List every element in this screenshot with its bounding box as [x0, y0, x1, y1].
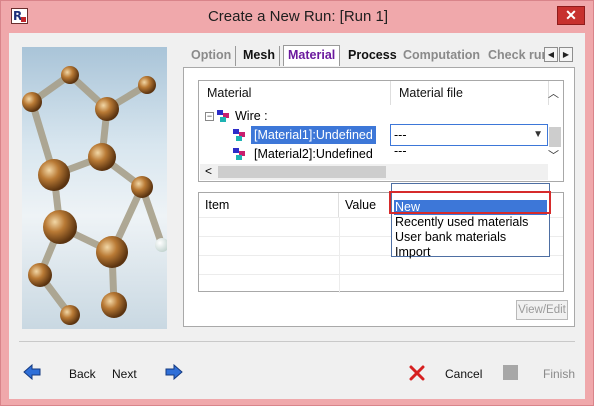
tree-node-icon [217, 110, 231, 122]
molecule-graphic [22, 66, 167, 325]
title-bar[interactable]: R Create a New Run: [Run 1] ✕ [1, 1, 593, 31]
grid-line [199, 274, 563, 275]
scroll-down-icon[interactable]: ﹀ [548, 147, 559, 163]
dropdown-option[interactable]: Import [395, 245, 430, 260]
tab-option[interactable]: Option [187, 46, 237, 66]
tab-process[interactable]: Process [344, 46, 402, 66]
window-title: Create a New Run: [Run 1] [207, 8, 389, 25]
close-button[interactable]: ✕ [557, 6, 585, 25]
tab-material[interactable]: Material [283, 45, 341, 66]
tree-node-icon [233, 129, 247, 141]
dropdown-option[interactable]: Recently used materials [395, 215, 528, 230]
tree-node-icon [233, 148, 247, 160]
footer-divider [19, 341, 575, 342]
combo-value: --- [394, 128, 407, 142]
tree-item-label[interactable]: [Material2]:Undefined [254, 145, 373, 163]
tab-strip: Option Mesh Material Process Computation… [187, 45, 577, 66]
back-arrow-icon[interactable] [23, 364, 41, 380]
collapse-icon[interactable]: − [205, 112, 214, 121]
material-file-combo[interactable]: --- ▼ [390, 124, 548, 146]
column-header-item[interactable]: Item [199, 193, 339, 217]
material-grid: Material Material file ︿ ﹀ − Wire : [Mat… [198, 80, 564, 182]
back-button[interactable]: Back [69, 367, 96, 381]
tree-root-label: Wire : [235, 109, 268, 123]
tree-row-wire[interactable]: − Wire : [199, 107, 391, 125]
horizontal-scroll-thumb[interactable] [218, 166, 386, 178]
tree-row-material1[interactable]: [Material1]:Undefined [199, 126, 391, 144]
material-file-cell[interactable]: --- [394, 144, 407, 158]
wizard-body: Option Mesh Material Process Computation… [9, 33, 585, 399]
scroll-left-icon[interactable]: < [205, 164, 212, 178]
column-header-material[interactable]: Material [199, 81, 391, 105]
finish-icon [503, 365, 518, 380]
close-icon: ✕ [565, 7, 577, 23]
vertical-scroll-thumb[interactable] [549, 127, 561, 147]
next-arrow-icon[interactable] [165, 364, 183, 380]
wizard-window: R Create a New Run: [Run 1] ✕ Option Mes… [0, 0, 594, 406]
tab-scroll-left-button[interactable]: ◀ [544, 47, 558, 62]
view-edit-button[interactable]: View/Edit [516, 300, 568, 320]
tree-item-label[interactable]: [Material1]:Undefined [251, 126, 376, 144]
tree-row-material2[interactable]: [Material2]:Undefined [199, 145, 391, 163]
chevron-down-icon[interactable]: ▼ [533, 125, 543, 145]
tab-check-run[interactable]: Check rur [484, 46, 544, 66]
finish-button[interactable]: Finish [543, 367, 575, 381]
grid-column-line [339, 217, 340, 293]
chevron-right-icon: ▶ [562, 50, 570, 59]
column-header-material-file[interactable]: Material file [391, 81, 549, 105]
tab-mesh[interactable]: Mesh [239, 46, 280, 66]
chevron-left-icon: ◀ [547, 50, 555, 59]
tab-computation[interactable]: Computation [399, 46, 486, 66]
next-button[interactable]: Next [112, 367, 137, 381]
horizontal-scrollbar[interactable]: < [200, 164, 548, 180]
cancel-button[interactable]: Cancel [445, 367, 482, 381]
cancel-icon[interactable] [409, 365, 425, 381]
highlight-frame [389, 191, 551, 214]
tab-scroll-right-button[interactable]: ▶ [559, 47, 573, 62]
molecule-illustration [22, 47, 167, 329]
dropdown-option[interactable]: User bank materials [395, 230, 506, 245]
scroll-up-icon[interactable]: ︿ [548, 85, 559, 101]
